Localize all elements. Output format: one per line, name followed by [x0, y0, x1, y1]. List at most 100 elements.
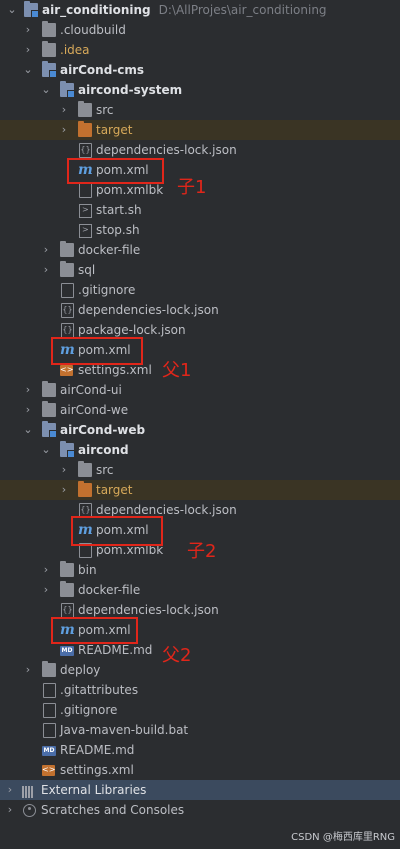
tree-label: src — [96, 463, 114, 477]
excluded-folder-icon — [78, 481, 92, 497]
tree-row-scratches[interactable]: › Scratches and Consoles — [0, 800, 400, 820]
tree-row-aircond-web[interactable]: ⌄ airCond-web — [0, 420, 400, 440]
tree-row-file[interactable]: Java-maven-build.bat — [0, 720, 400, 740]
highlight-box-parent1 — [51, 337, 143, 365]
tree-row-target[interactable]: › target — [0, 120, 400, 140]
folder-icon — [60, 241, 74, 257]
tree-row-aircond[interactable]: ⌄ aircond — [0, 440, 400, 460]
module-folder-icon — [42, 61, 57, 78]
tree-row-file[interactable]: start.sh — [0, 200, 400, 220]
folder-icon — [42, 661, 56, 677]
chevron-right-icon[interactable]: › — [40, 580, 52, 600]
file-icon — [61, 283, 74, 298]
tree-row-file[interactable]: .gitignore — [0, 700, 400, 720]
module-folder-icon — [24, 1, 39, 18]
excluded-folder-icon — [78, 121, 92, 137]
chevron-right-icon[interactable]: › — [58, 480, 70, 500]
highlight-box-child2 — [71, 516, 163, 546]
tree-row-aircond-system[interactable]: ⌄ aircond-system — [0, 80, 400, 100]
chevron-right-icon[interactable]: › — [22, 20, 34, 40]
chevron-right-icon[interactable]: › — [4, 800, 16, 820]
tree-label: docker-file — [78, 583, 141, 597]
folder-icon — [78, 101, 92, 117]
tree-label: aircond-system — [78, 83, 183, 97]
tree-row-cloudbuild[interactable]: › .cloudbuild — [0, 20, 400, 40]
tree-row-aircond-cms[interactable]: ⌄ airCond-cms — [0, 60, 400, 80]
tree-row-deploy[interactable]: › deploy — [0, 660, 400, 680]
tree-label: dependencies-lock.json — [78, 303, 219, 317]
batch-file-icon — [43, 723, 56, 738]
tree-label: deploy — [60, 663, 101, 677]
tree-row-file[interactable]: dependencies-lock.json — [0, 140, 400, 160]
tree-label: air_conditioning D:\AllProjes\air_conditi… — [42, 3, 327, 17]
tree-label: sql — [78, 263, 96, 277]
tree-label: airCond-ui — [60, 383, 122, 397]
tree-row-docker-file[interactable]: › docker-file — [0, 240, 400, 260]
folder-icon — [42, 401, 56, 417]
tree-row-aircond-ui[interactable]: › airCond-ui — [0, 380, 400, 400]
file-icon — [43, 703, 56, 718]
tree-row-file[interactable]: README.md — [0, 740, 400, 760]
tree-row-aircond-we[interactable]: › airCond-we — [0, 400, 400, 420]
chevron-right-icon[interactable]: › — [22, 380, 34, 400]
module-folder-icon — [60, 441, 75, 458]
chevron-right-icon[interactable]: › — [58, 100, 70, 120]
tree-label: settings.xml — [60, 763, 134, 777]
json-file-icon — [61, 303, 74, 318]
chevron-right-icon[interactable]: › — [22, 660, 34, 680]
tree-row-file[interactable]: .gitignore — [0, 280, 400, 300]
tree-row-root[interactable]: ⌄ air_conditioning D:\AllProjes\air_condi… — [0, 0, 400, 20]
chevron-right-icon[interactable]: › — [4, 780, 16, 800]
chevron-right-icon[interactable]: › — [40, 240, 52, 260]
annotation-child2: 子2 — [187, 541, 217, 562]
markdown-file-icon — [60, 646, 74, 656]
tree-row-idea[interactable]: › .idea — [0, 40, 400, 60]
tree-row-src[interactable]: › src — [0, 100, 400, 120]
tree-row-file[interactable]: dependencies-lock.json — [0, 500, 400, 520]
annotation-parent1: 父1 — [162, 360, 192, 381]
tree-row-docker-file[interactable]: › docker-file — [0, 580, 400, 600]
chevron-down-icon[interactable]: ⌄ — [40, 440, 52, 460]
folder-icon — [60, 261, 74, 277]
markdown-file-icon — [42, 746, 56, 756]
tree-row-target[interactable]: › target — [0, 480, 400, 500]
tree-label: .gitignore — [60, 703, 118, 717]
tree-row-bin[interactable]: › bin — [0, 560, 400, 580]
tree-label: airCond-cms — [60, 63, 145, 77]
tree-row-file[interactable]: stop.sh — [0, 220, 400, 240]
tree-row-sql[interactable]: › sql — [0, 260, 400, 280]
chevron-down-icon[interactable]: ⌄ — [22, 420, 34, 440]
tree-label: docker-file — [78, 243, 141, 257]
tree-label: bin — [78, 563, 97, 577]
tree-row-file[interactable]: settings.xml — [0, 760, 400, 780]
json-file-icon — [79, 143, 92, 158]
tree-label: .gitattributes — [60, 683, 139, 697]
chevron-down-icon[interactable]: ⌄ — [6, 0, 18, 20]
chevron-down-icon[interactable]: ⌄ — [40, 80, 52, 100]
tree-label: start.sh — [96, 203, 142, 217]
tree-row-src[interactable]: › src — [0, 460, 400, 480]
tree-label: Scratches and Consoles — [41, 803, 185, 817]
folder-icon — [42, 21, 56, 37]
tree-label: dependencies-lock.json — [96, 143, 237, 157]
xml-file-icon — [42, 764, 55, 776]
chevron-right-icon[interactable]: › — [40, 260, 52, 280]
chevron-right-icon[interactable]: › — [40, 560, 52, 580]
annotation-parent2: 父2 — [162, 645, 192, 666]
chevron-right-icon[interactable]: › — [58, 460, 70, 480]
folder-icon — [60, 561, 74, 577]
tree-row-external-libraries[interactable]: › External Libraries — [0, 780, 400, 800]
tree-row-file[interactable]: dependencies-lock.json — [0, 300, 400, 320]
tree-row-file[interactable]: .gitattributes — [0, 680, 400, 700]
tree-label: stop.sh — [96, 223, 140, 237]
tree-label: src — [96, 103, 114, 117]
tree-label: aircond — [78, 443, 129, 457]
tree-label: target — [96, 123, 133, 137]
chevron-right-icon[interactable]: › — [22, 400, 34, 420]
chevron-down-icon[interactable]: ⌄ — [22, 60, 34, 80]
shell-script-icon — [79, 204, 92, 218]
chevron-right-icon[interactable]: › — [58, 120, 70, 140]
chevron-right-icon[interactable]: › — [22, 40, 34, 60]
file-icon — [43, 683, 56, 698]
json-file-icon — [61, 603, 74, 618]
